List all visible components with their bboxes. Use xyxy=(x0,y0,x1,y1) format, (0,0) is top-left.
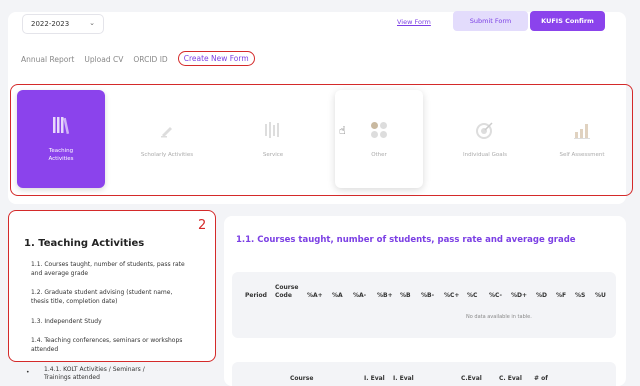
card-label: Teaching Activities xyxy=(48,148,74,162)
card-label: Self Assessment xyxy=(559,152,605,158)
column-header[interactable]: %D xyxy=(536,292,547,300)
card-teaching-activities[interactable]: Teaching Activities xyxy=(17,90,105,188)
column-header[interactable]: %C- xyxy=(489,292,502,300)
annotation-number-2: 2 xyxy=(198,218,207,233)
column-header[interactable]: Period xyxy=(245,292,267,300)
chevron-down-icon: ⌄ xyxy=(89,19,95,27)
tab-annual-report[interactable]: Annual Report xyxy=(21,53,74,66)
card-other[interactable]: Other xyxy=(335,90,423,188)
card-self-assessment[interactable]: Self Assessment xyxy=(539,90,625,188)
column-header[interactable]: Course Code xyxy=(275,284,298,300)
column-header[interactable]: %B xyxy=(400,292,411,300)
column-header[interactable]: %A- xyxy=(353,292,366,300)
sidebar-item-independent-study[interactable]: 1.3. Independent Study xyxy=(31,318,191,327)
column-header[interactable]: Course xyxy=(290,375,313,383)
form-tabs: Annual Report Upload CV ORCID ID Create … xyxy=(21,51,255,66)
dots-icon xyxy=(369,120,389,140)
books-icon xyxy=(51,115,71,135)
card-label: Individual Goals xyxy=(463,152,507,158)
column-header[interactable]: %C xyxy=(467,292,477,300)
card-scholarly-activities[interactable]: Scholarly Activities xyxy=(123,90,211,188)
target-icon xyxy=(475,120,495,140)
courses-table xyxy=(232,272,616,338)
chart-icon xyxy=(572,120,592,140)
cursor-pointer-icon: ☝ xyxy=(339,124,346,137)
column-header[interactable]: %A+ xyxy=(307,292,323,300)
column-header[interactable]: %S xyxy=(575,292,585,300)
column-header[interactable]: %B+ xyxy=(377,292,393,300)
card-service[interactable]: Service xyxy=(229,90,317,188)
column-header[interactable]: I. Eval xyxy=(393,375,414,383)
sidebar-title: 1. Teaching Activities xyxy=(24,238,145,249)
card-label: Other xyxy=(371,152,387,158)
column-header[interactable]: %C+ xyxy=(444,292,459,300)
card-label: Scholarly Activities xyxy=(140,152,194,158)
year-value: 2022-2023 xyxy=(31,20,70,28)
empty-table-message: No data available in table. xyxy=(466,314,532,320)
column-header[interactable]: # of xyxy=(534,375,548,383)
column-header[interactable]: I. Eval xyxy=(364,375,385,383)
column-header[interactable]: %U xyxy=(595,292,606,300)
kufis-confirm-button[interactable]: KUFIS Confirm xyxy=(530,11,605,31)
column-header[interactable]: %D+ xyxy=(511,292,527,300)
bars-icon xyxy=(263,120,283,140)
section-heading: 1.1. Courses taught, number of students,… xyxy=(236,235,576,245)
sidebar-item-teaching-conferences[interactable]: 1.4. Teaching conferences, seminars or w… xyxy=(31,337,191,354)
submit-form-button[interactable]: Submit Form xyxy=(453,11,528,31)
card-individual-goals[interactable]: Individual Goals xyxy=(441,90,529,188)
pen-icon xyxy=(157,120,177,140)
year-select[interactable]: 2022-2023 ⌄ xyxy=(22,14,104,34)
column-header[interactable]: %B- xyxy=(421,292,434,300)
tab-orcid-id[interactable]: ORCID ID xyxy=(133,53,167,66)
column-header[interactable]: C.Eval xyxy=(461,375,482,383)
column-header[interactable]: C. Eval xyxy=(499,375,522,383)
tab-create-new-form[interactable]: Create New Form xyxy=(177,51,255,66)
card-label: Service xyxy=(262,152,284,158)
sidebar-subitem-kolt[interactable]: 1.4.1. KOLT Activities / Seminars / Trai… xyxy=(44,366,164,382)
view-form-link[interactable]: View Form xyxy=(397,18,431,26)
sidebar-item-courses[interactable]: 1.1. Courses taught, number of students,… xyxy=(31,261,191,278)
column-header[interactable]: %F xyxy=(556,292,566,300)
tab-upload-cv[interactable]: Upload CV xyxy=(84,53,123,66)
sidebar-item-graduate-advising[interactable]: 1.2. Graduate student advising (student … xyxy=(31,289,191,306)
column-header[interactable]: %A xyxy=(332,292,343,300)
bullet-icon: • xyxy=(26,369,30,376)
